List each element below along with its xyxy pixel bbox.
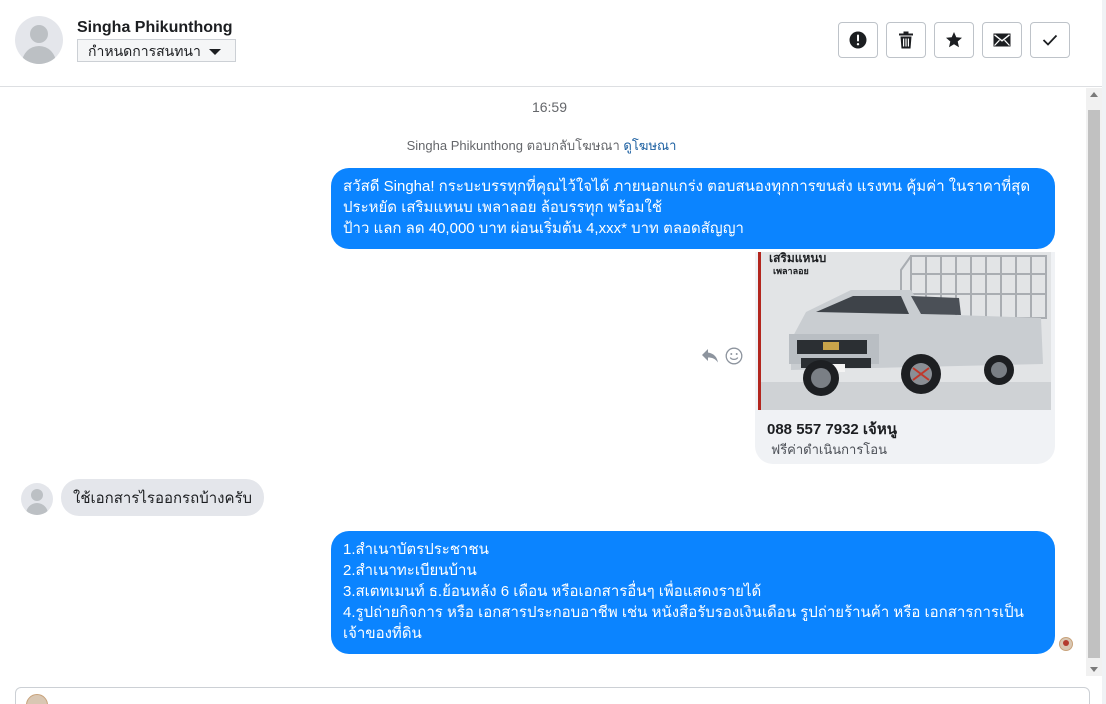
- ad-card-message[interactable]: เสริมแหนบ เพลาลอย 088 557 7932 เจ้หนู ฟร…: [755, 252, 1055, 464]
- window-edge: [1102, 0, 1106, 704]
- star-icon: [946, 32, 962, 48]
- avatar-head-shape: [31, 489, 43, 501]
- message-line: เจ้าของที่ดิน: [343, 625, 422, 642]
- conversation-label-text: กำหนดการสนทนา: [88, 43, 201, 59]
- message-composer[interactable]: [15, 687, 1090, 704]
- message-line: สวัสดี Singha! กระบะบรรทุกที่คุณไว้ใจได้…: [343, 178, 1031, 195]
- scrollbar-thumb[interactable]: [1088, 110, 1100, 658]
- trash-icon: [899, 31, 913, 49]
- message-line: ประหยัด เสริมแหนบ เพลาลอย ล้อบรรทุก พร้อ…: [343, 199, 663, 216]
- avatar-head-shape: [30, 25, 48, 43]
- message-thread[interactable]: 16:59 Singha Phikunthong ตอบกลับโฆษณา ดู…: [3, 88, 1086, 676]
- ad-image-caption: เพลาลอย: [773, 266, 809, 276]
- ad-reply-note: Singha Phikunthong ตอบกลับโฆษณา ดูโฆษณา: [3, 135, 1080, 156]
- star-button[interactable]: [934, 22, 974, 58]
- scroll-up-arrow-icon[interactable]: [1090, 92, 1098, 97]
- message-line: 3.สเตทเมนท์ ธ.ย้อนหลัง 6 เดือน หรือเอกสา…: [343, 583, 762, 600]
- avatar-body-shape: [26, 503, 48, 515]
- avatar-body-shape: [22, 46, 56, 64]
- mark-unread-button[interactable]: [982, 22, 1022, 58]
- conversation-header: Singha Phikunthong กำหนดการสนทนา: [0, 0, 1106, 87]
- message-timestamp: 16:59: [531, 99, 568, 115]
- message-line: 1.สำเนาบัตรประชาชน: [343, 541, 489, 558]
- incoming-message[interactable]: ใช้เอกสารไรออกรถบ้างครับ: [61, 479, 265, 516]
- seen-avatar-figure: [1063, 640, 1069, 646]
- seen-receipt-avatar: [1059, 637, 1073, 651]
- reply-icon[interactable]: [701, 348, 719, 364]
- emoji-react-icon[interactable]: [725, 347, 743, 365]
- exclamation-icon: [849, 31, 867, 49]
- mark-done-button[interactable]: [1030, 22, 1070, 58]
- message-line: ป้าว แลก ลด 40,000 บาท ผ่อนเริ่มต้น 4,xx…: [343, 220, 744, 237]
- ad-image[interactable]: เสริมแหนบ เพลาลอย: [758, 252, 1051, 410]
- conversation-toolbar: [838, 22, 1070, 58]
- contact-name[interactable]: Singha Phikunthong: [77, 19, 233, 37]
- ad-reply-text: Singha Phikunthong ตอบกลับโฆษณา: [406, 138, 620, 153]
- view-ad-link[interactable]: ดูโฆษณา: [623, 138, 676, 153]
- contact-avatar[interactable]: [15, 16, 63, 64]
- caret-down-icon: [208, 49, 221, 55]
- scroll-down-arrow-icon[interactable]: [1090, 667, 1098, 672]
- outgoing-message[interactable]: 1.สำเนาบัตรประชาชน 2.สำเนาทะเบียนบ้าน 3.…: [331, 531, 1055, 654]
- message-line: 2.สำเนาทะเบียนบ้าน: [343, 562, 477, 579]
- conversation-label-dropdown[interactable]: กำหนดการสนทนา: [77, 39, 236, 62]
- thread-scrollbar[interactable]: [1086, 88, 1102, 676]
- outgoing-message[interactable]: สวัสดี Singha! กระบะบรรทุกที่คุณไว้ใจได้…: [331, 168, 1055, 249]
- sender-avatar[interactable]: [21, 483, 53, 515]
- delete-button[interactable]: [886, 22, 926, 58]
- mark-spam-button[interactable]: [838, 22, 878, 58]
- ad-card-title[interactable]: 088 557 7932 เจ้หนู: [767, 417, 897, 441]
- ad-card-subtitle: ฟรีค่าดำเนินการโอน: [771, 442, 887, 457]
- check-icon: [1042, 34, 1058, 46]
- envelope-icon: [993, 33, 1011, 47]
- page-avatar: [26, 694, 48, 704]
- message-actions: [701, 347, 743, 365]
- message-line: 4.รูปถ่ายกิจการ หรือ เอกสารประกอบอาชีพ เ…: [343, 604, 1024, 621]
- ad-image-caption: เสริมแหนบ: [769, 252, 827, 265]
